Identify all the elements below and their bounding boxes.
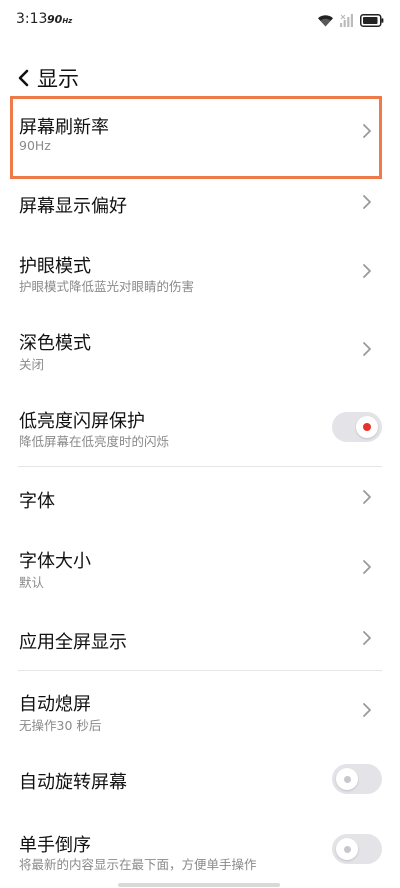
setting-display-preference[interactable]: 屏幕显示偏好 <box>0 180 400 227</box>
setting-low-brightness-flicker[interactable]: 低亮度闪屏保护 降低屏幕在低亮度时的闪烁 <box>0 397 400 459</box>
chevron-right-icon <box>363 703 371 717</box>
setting-subtitle: 护眼模式降低蓝光对眼睛的伤害 <box>19 279 195 294</box>
setting-subtitle: 无操作30 秒后 <box>19 718 102 733</box>
toggle-knob <box>356 416 378 438</box>
setting-title: 低亮度闪屏保护 <box>19 411 145 432</box>
back-arrow-icon[interactable] <box>14 64 34 92</box>
header: 显示 <box>0 58 400 98</box>
chevron-right-icon <box>363 560 371 574</box>
status-time: 3:13 <box>16 11 48 27</box>
refresh-rate-badge: 90Hz <box>47 13 73 26</box>
chevron-right-icon <box>363 195 371 209</box>
setting-title: 屏幕刷新率 <box>19 117 109 138</box>
setting-title: 深色模式 <box>19 333 91 354</box>
one-hand-reverse-toggle[interactable] <box>332 834 382 864</box>
status-icons <box>317 12 384 28</box>
toggle-off-dot <box>343 775 351 783</box>
setting-app-fullscreen[interactable]: 应用全屏显示 <box>0 617 400 661</box>
setting-auto-screen-off[interactable]: 自动熄屏 无操作30 秒后 <box>0 680 400 742</box>
setting-dark-mode[interactable]: 深色模式 关闭 <box>0 318 400 380</box>
setting-subtitle: 降低屏幕在低亮度时的闪烁 <box>19 434 170 449</box>
setting-screen-refresh-rate[interactable]: 屏幕刷新率 90Hz <box>0 96 400 179</box>
setting-auto-rotate[interactable]: 自动旋转屏幕 <box>0 755 400 803</box>
wifi-icon <box>318 14 333 26</box>
flicker-protection-toggle[interactable] <box>332 412 382 442</box>
toggle-on-dot <box>363 423 371 431</box>
setting-title: 自动旋转屏幕 <box>19 772 127 793</box>
chevron-right-icon <box>363 124 371 138</box>
setting-one-hand-reverse[interactable]: 单手倒序 将最新的内容显示在最下面，方便单手操作 <box>0 822 400 882</box>
chevron-right-icon <box>363 490 371 504</box>
home-indicator[interactable] <box>118 883 280 887</box>
chevron-right-icon <box>363 264 371 278</box>
setting-title: 字体 <box>19 491 55 512</box>
toggle-knob <box>336 768 358 790</box>
chevron-right-icon <box>363 342 371 356</box>
setting-subtitle: 90Hz <box>19 138 51 153</box>
toggle-knob <box>336 838 358 860</box>
setting-subtitle: 将最新的内容显示在最下面，方便单手操作 <box>19 857 257 872</box>
battery-icon <box>360 13 384 27</box>
setting-title: 护眼模式 <box>19 256 91 277</box>
page-title: 显示 <box>37 67 79 91</box>
toggle-off-dot <box>343 845 351 853</box>
auto-rotate-toggle[interactable] <box>332 764 382 794</box>
setting-font[interactable]: 字体 <box>0 476 400 520</box>
status-bar: 3:13 90Hz <box>0 0 400 42</box>
divider <box>18 670 382 671</box>
setting-subtitle: 关闭 <box>19 357 45 372</box>
setting-title: 自动熄屏 <box>19 694 91 715</box>
setting-title: 应用全屏显示 <box>19 632 127 653</box>
setting-title: 字体大小 <box>19 551 91 572</box>
setting-font-size[interactable]: 字体大小 默认 <box>0 537 400 599</box>
divider <box>18 466 382 467</box>
chevron-right-icon <box>363 631 371 645</box>
setting-eye-protection[interactable]: 护眼模式 护眼模式降低蓝光对眼睛的伤害 <box>0 240 400 302</box>
setting-subtitle: 默认 <box>19 575 45 590</box>
signal-icon <box>340 13 353 27</box>
setting-title: 屏幕显示偏好 <box>19 196 127 217</box>
